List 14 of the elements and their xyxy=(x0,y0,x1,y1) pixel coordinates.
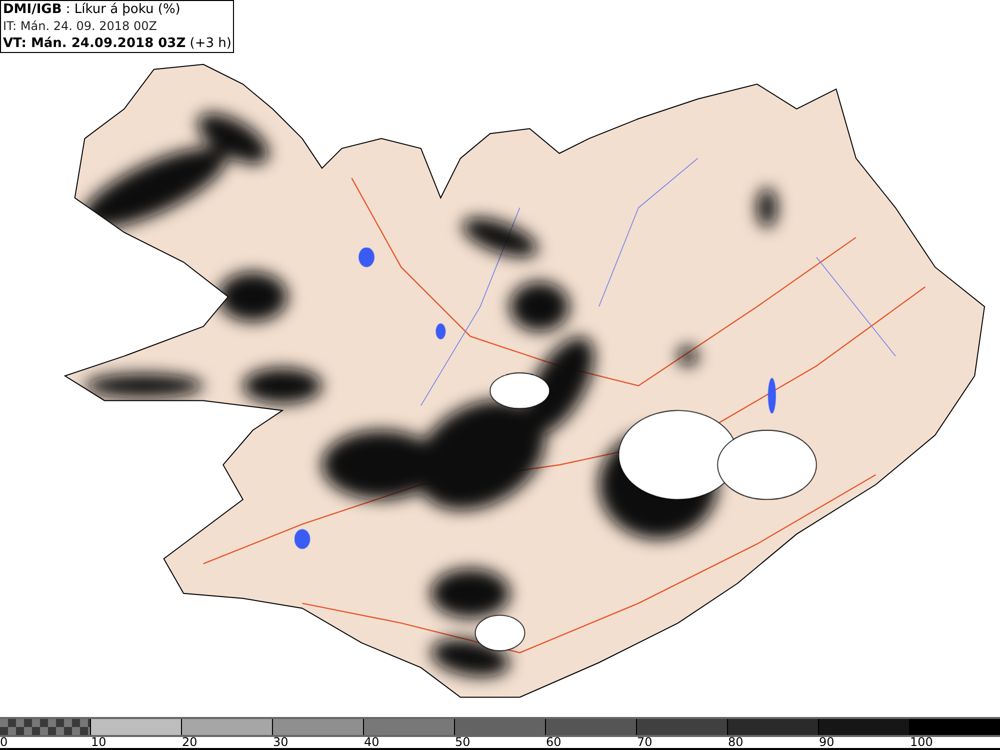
legend-tick-label: 30 xyxy=(273,737,290,748)
legend-tick-label: 70 xyxy=(637,737,654,748)
legend-tick-label: 80 xyxy=(728,737,744,748)
header-text: IT: Mán. 24. 09. 2018 00Z xyxy=(3,18,158,35)
legend-tick-label: 10 xyxy=(91,737,108,748)
legend-tick-label: 90 xyxy=(819,737,836,748)
legend-tick-label: 20 xyxy=(182,737,198,748)
legend-tick-label: 50 xyxy=(455,737,472,748)
header-text: DMI/IGB : Líkur á þoku (%) xyxy=(3,1,182,18)
legend-tick-label: 40 xyxy=(364,737,380,748)
legend-tick-label: 100 xyxy=(910,737,934,748)
legend-tick-label: 0 xyxy=(0,737,9,748)
header-text: VT: Mán. 24.09.2018 03Z (+3 h) xyxy=(3,35,232,52)
legend-tick-label: 60 xyxy=(546,737,562,748)
